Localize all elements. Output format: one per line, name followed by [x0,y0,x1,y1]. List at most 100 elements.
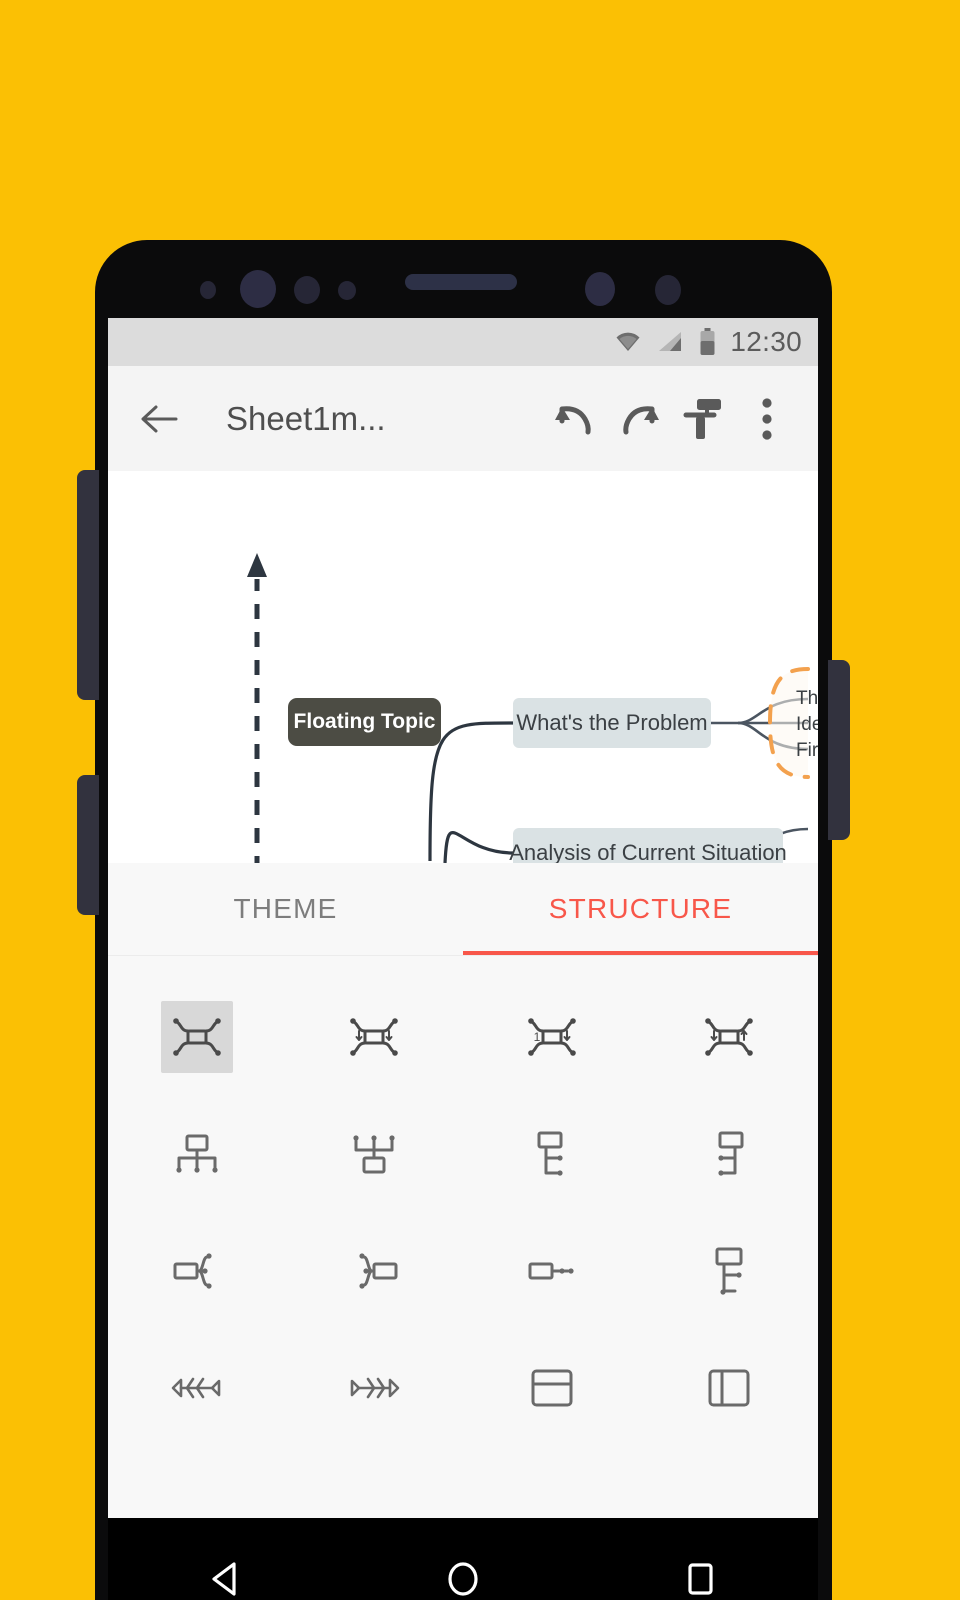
node-subtopic-1[interactable]: Th [796,685,818,713]
screenshot-stage: 12:30 Sheet1m... Floating Topic What's t… [0,0,960,1600]
nav-back-button[interactable] [186,1539,266,1600]
mindmap-connectors [247,553,810,863]
node-topic-analysis[interactable]: Analysis of Current Situation [509,828,787,863]
volume-up-button[interactable] [77,470,99,700]
wifi-icon [616,332,640,351]
more-vertical-icon [762,397,772,440]
timeline-horizontal-icon [528,1262,574,1279]
fishbone-left-icon [171,1377,221,1398]
tree-right-alt-icon [715,1247,743,1295]
structure-grid: 1 [108,978,818,1446]
svg-text:1: 1 [533,1030,540,1044]
back-triangle-icon [212,1562,236,1596]
earpiece-speaker [405,274,517,290]
power-button[interactable] [828,660,850,840]
undo-icon [555,405,591,434]
overflow-menu-button[interactable] [738,390,796,448]
structure-panel: 1 [108,956,818,1518]
sensor-dot-3 [338,281,356,300]
structure-item-bg [693,1001,765,1073]
logic-left-icon [359,1252,398,1289]
structure-item-tree-right-alt[interactable] [641,1212,819,1329]
android-nav-bar [108,1518,818,1600]
status-bar: 12:30 [108,318,818,366]
structure-item-map-balanced[interactable] [108,978,286,1095]
structure-item-org-chart-up[interactable] [286,1095,464,1212]
mindmap-canvas[interactable]: Floating Topic What's the Problem Analys… [108,471,818,863]
redo-icon [623,405,659,434]
structure-item-bg [161,1118,233,1190]
tree-right-icon [537,1131,563,1176]
structure-item-bg [516,1235,588,1307]
structure-item-fishbone-left[interactable] [108,1329,286,1446]
tree-left-icon [718,1131,744,1176]
map-balanced-icon [172,1017,221,1056]
map-balanced-num-icon: 1 [527,1017,576,1056]
structure-item-bg [161,1352,233,1424]
nav-recents-button[interactable] [660,1539,740,1600]
structure-item-bg [516,1118,588,1190]
connector-problem [428,721,514,862]
format-brush-icon [683,398,721,439]
volume-down-button[interactable] [77,775,99,915]
structure-item-bg [516,1352,588,1424]
logic-right-icon [173,1252,212,1289]
structure-item-logic-right[interactable] [108,1212,286,1329]
map-balanced-down-icon [350,1017,399,1056]
structure-item-map-balanced-down[interactable] [286,978,464,1095]
tab-active-indicator [463,951,818,955]
structure-item-selected-bg [160,1000,233,1073]
structure-item-bg [338,1118,410,1190]
structure-item-table-horizontal[interactable] [463,1329,641,1446]
sensor-dot-5 [655,275,681,305]
redo-button[interactable] [610,390,668,448]
node-subtopic-3[interactable]: Fir [796,737,818,765]
cellular-signal-icon [659,332,682,351]
back-button[interactable] [130,390,188,448]
fishbone-right-icon [350,1377,400,1398]
org-chart-down-icon [176,1134,218,1173]
structure-item-bg: 1 [516,1001,588,1073]
structure-item-bg [693,1352,765,1424]
map-balanced-both-icon [705,1017,754,1056]
structure-item-tree-right[interactable] [463,1095,641,1212]
undo-button[interactable] [546,390,604,448]
front-camera [240,270,276,308]
org-chart-up-icon [353,1134,395,1173]
structure-item-org-chart-down[interactable] [108,1095,286,1212]
back-arrow-icon [141,405,178,432]
structure-item-map-balanced-both[interactable] [641,978,819,1095]
node-topic-problem[interactable]: What's the Problem [513,698,711,748]
structure-item-bg [161,1235,233,1307]
structure-item-tree-left[interactable] [641,1095,819,1212]
floating-topic-arrowhead [247,553,267,577]
structure-item-map-balanced-num[interactable]: 1 [463,978,641,1095]
node-floating-topic[interactable]: Floating Topic [288,698,441,746]
sensor-dot-2 [294,276,320,304]
app-bar: Sheet1m... [108,366,818,471]
structure-item-fishbone-right[interactable] [286,1329,464,1446]
sensor-dot-4 [585,272,615,306]
structure-item-logic-left[interactable] [286,1212,464,1329]
panel-tab-bar: THEME STRUCTURE [108,863,818,956]
structure-item-bg [338,1235,410,1307]
table-horizontal-icon [531,1369,573,1406]
recents-square-icon [688,1563,713,1595]
tab-theme[interactable]: THEME [108,863,463,955]
structure-item-bg [693,1118,765,1190]
structure-item-bg [338,1001,410,1073]
tab-structure[interactable]: STRUCTURE [463,863,818,955]
structure-item-timeline-horizontal[interactable] [463,1212,641,1329]
format-brush-button[interactable] [674,390,732,448]
document-title[interactable]: Sheet1m... [226,400,540,438]
battery-icon [700,328,715,355]
node-subtopic-2[interactable]: Ide [796,711,818,739]
structure-item-table-vertical[interactable] [641,1329,819,1446]
status-bar-clock: 12:30 [730,326,802,357]
nav-home-button[interactable] [423,1539,503,1600]
table-vertical-icon [708,1369,750,1406]
phone-screen: 12:30 Sheet1m... Floating Topic What's t… [108,318,818,1518]
structure-item-bg [693,1235,765,1307]
sensor-dot-1 [200,281,216,299]
home-circle-icon [448,1562,478,1596]
